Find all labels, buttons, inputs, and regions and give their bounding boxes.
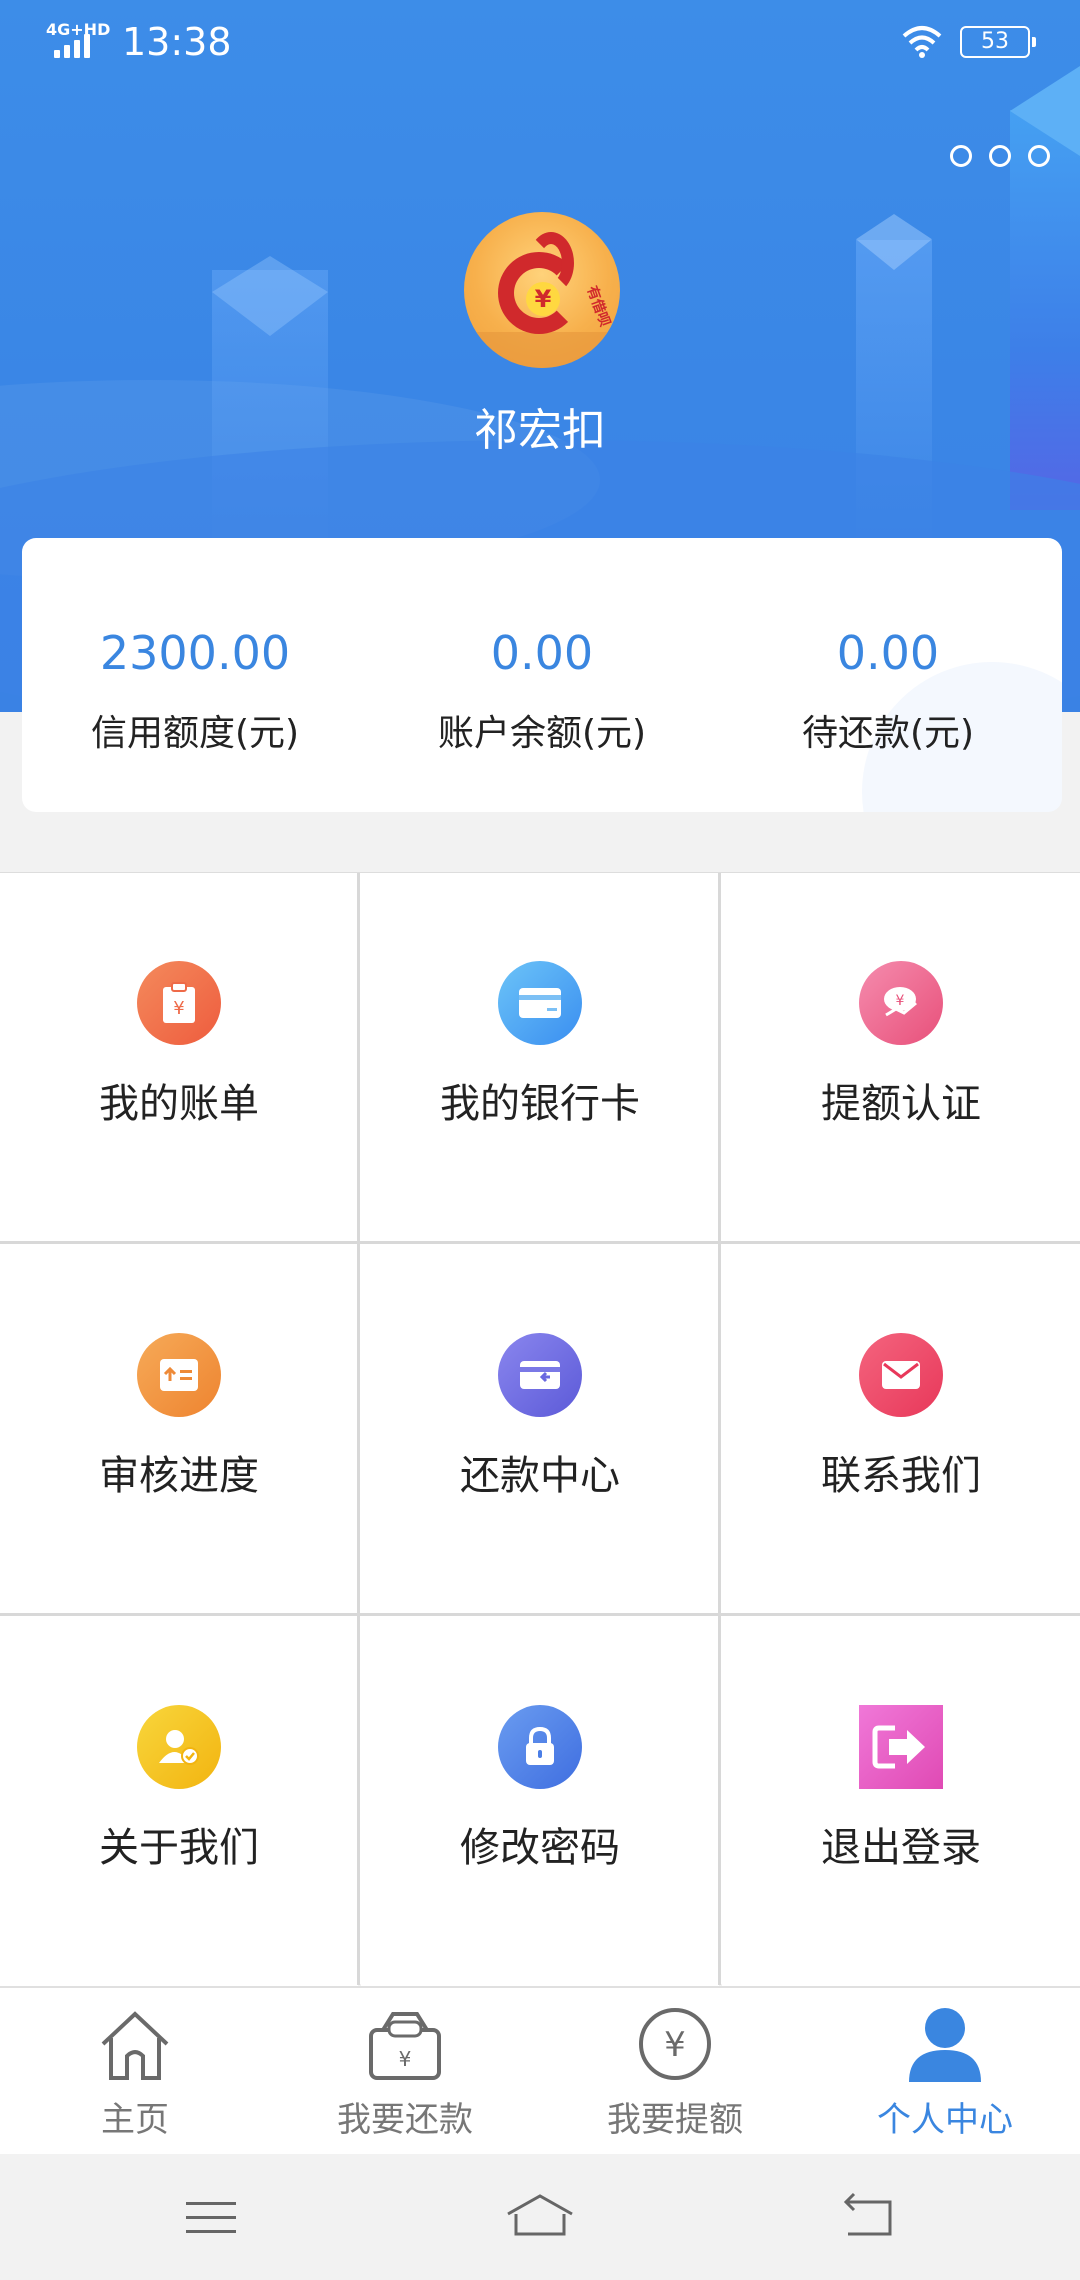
menu-grid: ¥ 我的账单 我的银行卡 ¥ 提额认证 审核进度 还款中心 联系我们 关于我们 … xyxy=(0,872,1080,1987)
svg-text:¥: ¥ xyxy=(896,993,905,1009)
menu-item-contact-us[interactable]: 联系我们 xyxy=(722,1245,1080,1615)
logout-icon xyxy=(859,1705,943,1789)
account-stats-card: 2300.00 信用额度(元) 0.00 账户余额(元) 0.00 待还款(元) xyxy=(22,538,1062,812)
stat-label: 信用额度(元) xyxy=(90,713,300,754)
menu-item-my-bank-card[interactable]: 我的银行卡 xyxy=(361,873,719,1243)
yen-circle-icon: ¥ xyxy=(639,2008,711,2080)
wifi-icon xyxy=(902,26,942,58)
nav-item-repay[interactable]: ¥ 我要还款 xyxy=(270,1988,540,2156)
dot-icon xyxy=(950,145,972,167)
menu-item-repayment-center[interactable]: 还款中心 xyxy=(361,1245,719,1615)
home-icon xyxy=(101,2011,169,2080)
stat-account-balance: 0.00 账户余额(元) xyxy=(369,630,715,756)
nav-item-home[interactable]: 主页 xyxy=(0,1988,270,2156)
username: 祁宏扣 xyxy=(474,405,606,456)
stat-credit-limit: 2300.00 信用额度(元) xyxy=(22,630,368,756)
menu-icon[interactable] xyxy=(182,2190,242,2246)
menu-label: 退出登录 xyxy=(821,1825,981,1871)
about-us-icon xyxy=(137,1705,221,1789)
menu-item-review-progress[interactable]: 审核进度 xyxy=(0,1245,358,1615)
dot-icon xyxy=(989,145,1011,167)
nav-label: 主页 xyxy=(101,2100,169,2140)
signal-icon: 4G+HD xyxy=(46,20,110,60)
repayment-center-icon xyxy=(498,1333,582,1417)
nav-label: 我要提额 xyxy=(607,2100,743,2140)
stat-value: 2300.00 xyxy=(99,626,291,680)
nav-item-raise-limit[interactable]: ¥ 我要提额 xyxy=(540,1988,810,2156)
stat-label: 待还款(元) xyxy=(801,713,975,754)
menu-label: 联系我们 xyxy=(821,1453,981,1499)
menu-label: 关于我们 xyxy=(99,1825,259,1871)
grid-divider xyxy=(0,1241,1080,1244)
limit-increase-icon: ¥ xyxy=(859,961,943,1045)
avatar[interactable]: ¥ 有借呗 xyxy=(464,212,620,368)
lock-icon xyxy=(498,1705,582,1789)
system-nav-bar xyxy=(0,2154,1080,2280)
svg-text:¥: ¥ xyxy=(173,998,184,1019)
menu-item-about-us[interactable]: 关于我们 xyxy=(0,1617,358,1987)
mail-icon xyxy=(859,1333,943,1417)
nav-item-personal-center[interactable]: 个人中心 xyxy=(810,1988,1080,2156)
menu-item-limit-certification[interactable]: ¥ 提额认证 xyxy=(722,873,1080,1243)
stat-value: 0.00 xyxy=(836,626,940,680)
dot-icon xyxy=(1028,145,1050,167)
menu-label: 提额认证 xyxy=(821,1081,981,1127)
back-icon[interactable] xyxy=(840,2190,900,2246)
svg-text:¥: ¥ xyxy=(664,2025,686,2065)
review-progress-icon xyxy=(137,1333,221,1417)
menu-item-logout[interactable]: 退出登录 xyxy=(722,1617,1080,1987)
menu-label: 还款中心 xyxy=(460,1453,620,1499)
bottom-nav: 主页 ¥ 我要还款 ¥ 我要提额 个人中心 xyxy=(0,1986,1080,2154)
home-icon[interactable] xyxy=(504,2190,576,2246)
grid-divider xyxy=(0,1613,1080,1616)
nav-label: 个人中心 xyxy=(877,2100,1013,2140)
stat-label: 账户余额(元) xyxy=(437,713,647,754)
status-bar: 4G+HD 13:38 53 xyxy=(0,0,1080,84)
bank-card-icon xyxy=(498,961,582,1045)
yen-logo-icon: ¥ xyxy=(526,282,560,316)
menu-label: 审核进度 xyxy=(99,1453,259,1499)
avatar-stamp: 有借呗 xyxy=(583,283,613,329)
menu-label: 修改密码 xyxy=(460,1825,620,1871)
user-icon xyxy=(909,2008,981,2082)
status-time: 13:38 xyxy=(122,20,232,64)
battery-icon: 53 xyxy=(960,26,1036,58)
menu-item-my-bill[interactable]: ¥ 我的账单 xyxy=(0,873,358,1243)
menu-label: 我的银行卡 xyxy=(440,1081,640,1127)
repay-bag-icon: ¥ xyxy=(369,2012,441,2080)
nav-label: 我要还款 xyxy=(337,2100,473,2140)
grid-divider xyxy=(718,873,721,1985)
svg-text:¥: ¥ xyxy=(399,2047,412,2071)
bill-icon: ¥ xyxy=(137,961,221,1045)
grid-divider xyxy=(357,873,360,1985)
more-options-button[interactable] xyxy=(950,145,1050,171)
menu-item-change-password[interactable]: 修改密码 xyxy=(361,1617,719,1987)
stat-value: 0.00 xyxy=(490,626,594,680)
menu-label: 我的账单 xyxy=(99,1081,259,1127)
stat-pending-repayment: 0.00 待还款(元) xyxy=(715,630,1061,756)
network-type: 4G+HD xyxy=(46,20,111,39)
